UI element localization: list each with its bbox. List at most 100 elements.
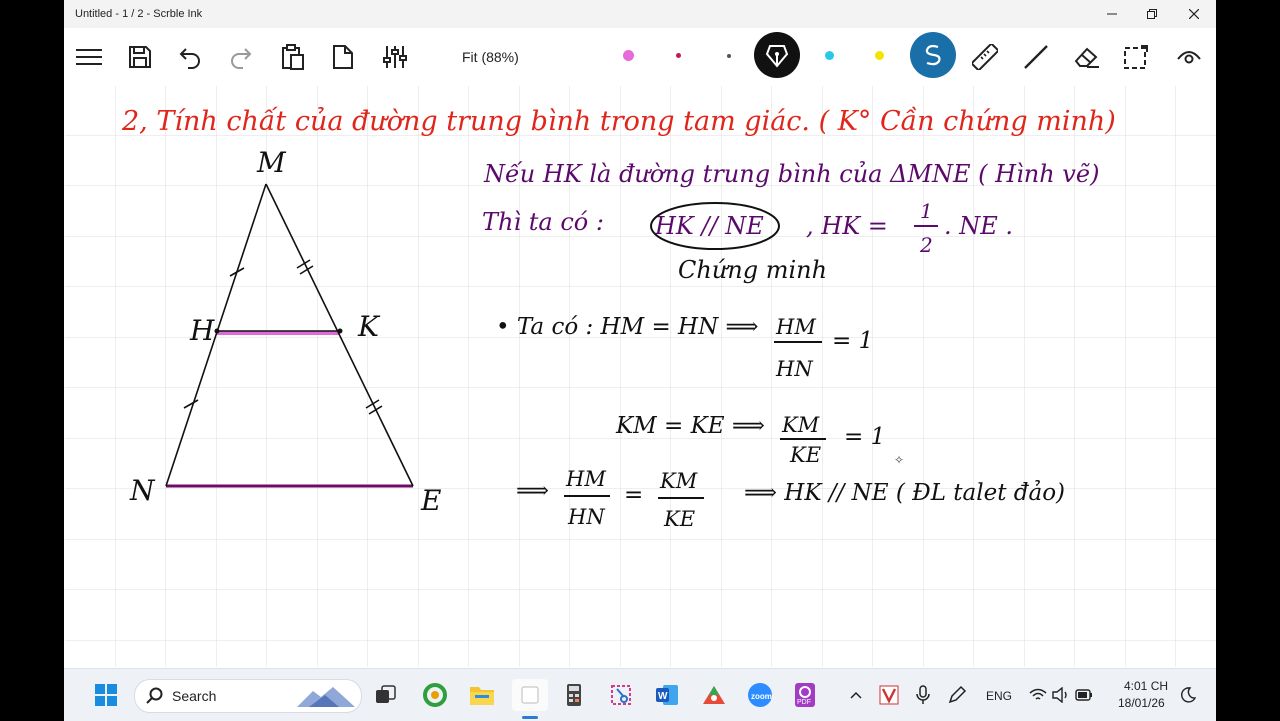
statement-line-1: Nếu HK là đường trung bình của ΔMNE ( Hì… [483,160,1099,188]
step3-conclusion: ⟹ HK // NE ( ĐL talet đảo) [744,480,1065,506]
taskbar: Search W zoom PDF ENG 4:01 CH 18/01/26 [64,668,1216,721]
save-button[interactable] [123,40,157,74]
squiggle-icon [925,44,941,66]
app-icon-1[interactable] [419,679,451,711]
tray-overflow-button[interactable] [844,679,868,711]
label-m: M [256,146,287,179]
selection-button[interactable] [1119,40,1153,74]
volume-button[interactable] [1049,679,1073,711]
active-app-indicator [522,716,538,719]
clock-time[interactable]: 4:01 CH [1124,679,1168,693]
pen-color-cyan[interactable] [825,51,834,60]
language-indicator[interactable]: ENG [986,689,1012,703]
svg-text:W: W [658,691,668,702]
step2-denominator: KE [789,443,821,467]
undo-button[interactable] [173,40,207,74]
note-canvas[interactable]: 2, Tính chất của đường trung bình trong … [64,86,1216,668]
start-button[interactable] [90,679,122,711]
task-view-icon [376,685,396,703]
focus-assist-button[interactable] [1176,679,1200,711]
microphone-button[interactable] [910,679,936,711]
menu-button[interactable] [72,40,106,74]
scrble-ink-taskbar-button[interactable] [512,679,548,711]
presentation-app-button[interactable] [698,679,730,711]
step3-denominator-2: KE [663,507,695,531]
lasso-select-icon [1124,45,1148,69]
task-view-button[interactable] [370,679,402,711]
eraser-button[interactable] [1069,40,1103,74]
close-button[interactable] [1174,0,1214,28]
snipping-tool-button[interactable] [605,679,637,711]
fountain-pen-icon [765,45,789,68]
new-page-button[interactable] [326,40,360,74]
pen-color-pink[interactable] [623,50,634,61]
battery-button[interactable] [1072,679,1096,711]
ruler-button[interactable] [968,40,1002,74]
clock-date[interactable]: 18/01/26 [1118,696,1165,710]
calculator-button[interactable] [558,679,590,711]
step3-equals: = [624,482,643,508]
word-icon: W [656,685,678,705]
proof-step-3-arrow: ⟹ [516,478,549,504]
circled-conclusion: HK // NE [654,212,764,240]
calculator-icon [567,684,581,706]
taskbar-search-box[interactable]: Search [134,679,362,713]
scrble-ink-window: Untitled - 1 / 2 - Scrble Ink Fit (88%) … [64,0,1216,720]
proof-step-1: • Ta có : HM = HN ⟹ [496,314,759,340]
minimize-icon [1107,13,1117,15]
undo-icon [179,48,200,69]
minimize-button[interactable] [1092,0,1132,28]
pen-icon [948,685,967,704]
label-k: K [357,310,381,343]
pen-tool-button[interactable] [754,32,800,78]
pen-color-red[interactable] [676,53,681,58]
settings-button[interactable] [378,40,412,74]
view-button[interactable] [1172,40,1206,74]
window-title: Untitled - 1 / 2 - Scrble Ink [75,8,203,20]
zoom-button[interactable]: zoom [744,679,776,711]
search-placeholder: Search [172,688,217,704]
eye-icon [1177,51,1201,64]
fraction-denominator: 2 [919,233,933,257]
note-heading: 2, Tính chất của đường trung bình trong … [121,105,1116,137]
point-k [337,328,343,334]
statement-line-2: Thì ta có : [482,208,604,236]
label-h: H [189,314,215,347]
clipboard-icon [282,44,304,70]
redo-button[interactable] [224,40,258,74]
paste-button[interactable] [276,40,310,74]
pen-menu-button[interactable] [944,679,970,711]
search-icon [146,687,163,704]
word-button[interactable]: W [651,679,683,711]
battery-icon [1075,689,1092,701]
svg-text:zoom: zoom [751,692,772,701]
title-bar: Untitled - 1 / 2 - Scrble Ink [64,0,1216,28]
step3-numerator-1: HM [565,467,606,491]
tray-app-icon[interactable] [876,679,902,711]
file-explorer-button[interactable] [466,679,498,711]
step1-result: = 1 [832,328,873,354]
close-icon [1189,9,1199,19]
pdf-app-button[interactable]: PDF [789,679,821,711]
line-tool-button[interactable] [1019,40,1053,74]
colorful-circle-icon [423,683,447,707]
zoom-level[interactable]: Fit (88%) [462,49,519,65]
redo-icon [231,48,252,69]
save-icon [129,46,151,68]
note-page[interactable]: 2, Tính chất của đường trung bình trong … [64,86,1216,668]
shape-recognition-button[interactable] [910,32,956,78]
pen-color-yellow[interactable] [875,51,884,60]
restore-button[interactable] [1132,0,1172,28]
search-highlight-image [297,687,355,707]
zoom-app-icon: zoom [748,683,772,707]
windows-logo-icon [95,684,117,706]
wifi-button[interactable] [1026,679,1050,711]
sliders-icon [383,46,407,68]
pen-color-gray[interactable] [727,54,731,58]
label-e: E [420,484,441,517]
label-n: N [129,474,156,507]
folder-icon [470,687,494,705]
midline-relation-rhs: . NE . [944,212,1013,240]
step2-numerator: KM [781,413,820,437]
line-icon [1024,45,1048,69]
